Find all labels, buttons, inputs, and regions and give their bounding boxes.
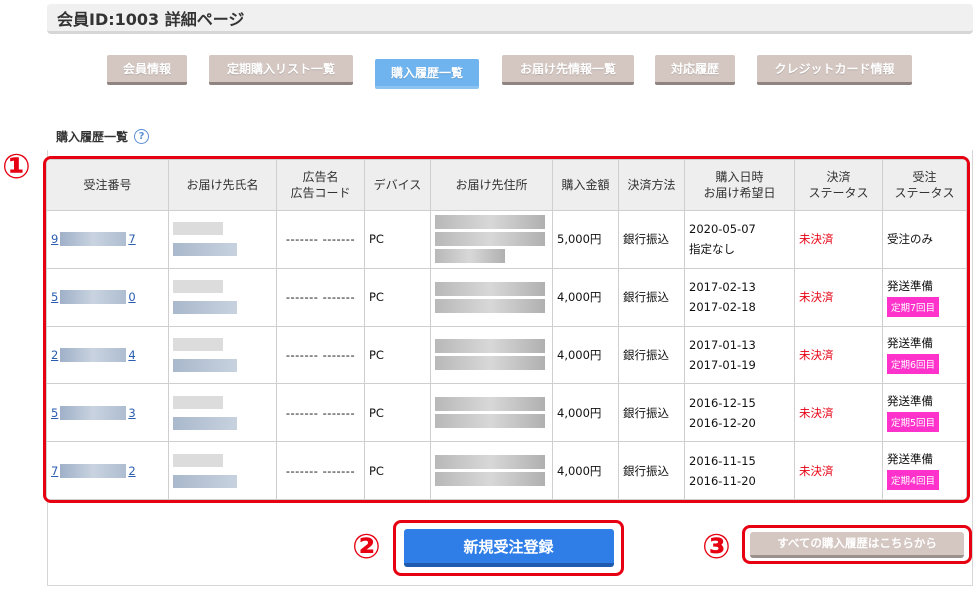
- tab-delivery-addresses[interactable]: お届け先情報一覧: [502, 55, 634, 85]
- col-address: お届け先住所: [430, 159, 553, 211]
- section-title: 購入履歴一覧 ?: [56, 128, 150, 145]
- tab-subscription-list[interactable]: 定期購入リスト一覧: [209, 55, 353, 85]
- col-settle-status: 決済 ステータス: [794, 159, 883, 211]
- new-order-button-highlight: 新規受注登録: [393, 520, 624, 576]
- annotation-marker-2: ②: [352, 527, 381, 567]
- order-number-link[interactable]: 50: [51, 290, 164, 305]
- col-amount: 購入金額: [552, 159, 619, 211]
- purchase-history-table: 受注番号 お届け先氏名 広告名 広告コード デバイス お届け先住所 購入金額 決済…: [43, 156, 970, 503]
- all-history-button[interactable]: すべての購入履歴はこちらから: [750, 531, 964, 558]
- table-row: 72 ------- ------- PC 4,000円 銀行振込 2016-1…: [46, 441, 967, 500]
- all-history-button-highlight: すべての購入履歴はこちらから: [742, 525, 972, 564]
- col-ad: 広告名 広告コード: [276, 159, 365, 211]
- order-number-link[interactable]: 97: [51, 232, 164, 247]
- subscription-badge: 定期7回目: [887, 296, 940, 317]
- page-title-text: 会員ID:1003 詳細ページ: [57, 9, 245, 29]
- col-date: 購入日時 お届け希望日: [684, 159, 795, 211]
- table-row: 24 ------- ------- PC 4,000円 銀行振込 2017-0…: [46, 325, 967, 385]
- col-device: デバイス: [364, 159, 431, 211]
- question-circle-icon[interactable]: ?: [134, 129, 150, 144]
- subscription-badge: 定期6回目: [887, 354, 940, 375]
- tab-purchase-history[interactable]: 購入履歴一覧: [375, 59, 479, 89]
- tab-credit-card[interactable]: クレジットカード情報: [757, 55, 912, 85]
- page-title: 会員ID:1003 詳細ページ: [47, 4, 973, 34]
- col-payment: 決済方法: [618, 159, 685, 211]
- tab-support-history[interactable]: 対応履歴: [655, 55, 735, 85]
- new-order-button[interactable]: 新規受注登録: [403, 529, 614, 567]
- order-number-link[interactable]: 72: [51, 463, 164, 478]
- subscription-badge: 定期4回目: [887, 470, 940, 491]
- subscription-badge: 定期5回目: [887, 412, 940, 433]
- table-row: 50 ------- ------- PC 4,000円 銀行振込 2017-0…: [46, 267, 967, 327]
- order-number-link[interactable]: 24: [51, 347, 164, 362]
- annotation-marker-1: ①: [2, 147, 31, 187]
- annotation-marker-3: ③: [702, 527, 731, 567]
- col-name: お届け先氏名: [168, 159, 277, 211]
- order-number-link[interactable]: 53: [51, 405, 164, 420]
- table-header-row: 受注番号 お届け先氏名 広告名 広告コード デバイス お届け先住所 購入金額 決済…: [46, 159, 967, 211]
- tab-member-info[interactable]: 会員情報: [107, 55, 187, 85]
- table-row: 97 ------- ------- PC 5,000円 銀行振込 2020-0…: [46, 210, 967, 269]
- table-row: 53 ------- ------- PC 4,000円 銀行振込 2016-1…: [46, 383, 967, 443]
- col-order-status: 受注 ステータス: [882, 159, 967, 211]
- tab-bar: 会員情報 定期購入リスト一覧 購入履歴一覧 お届け先情報一覧 対応履歴 クレジッ…: [0, 55, 980, 89]
- col-order-no: 受注番号: [46, 159, 169, 211]
